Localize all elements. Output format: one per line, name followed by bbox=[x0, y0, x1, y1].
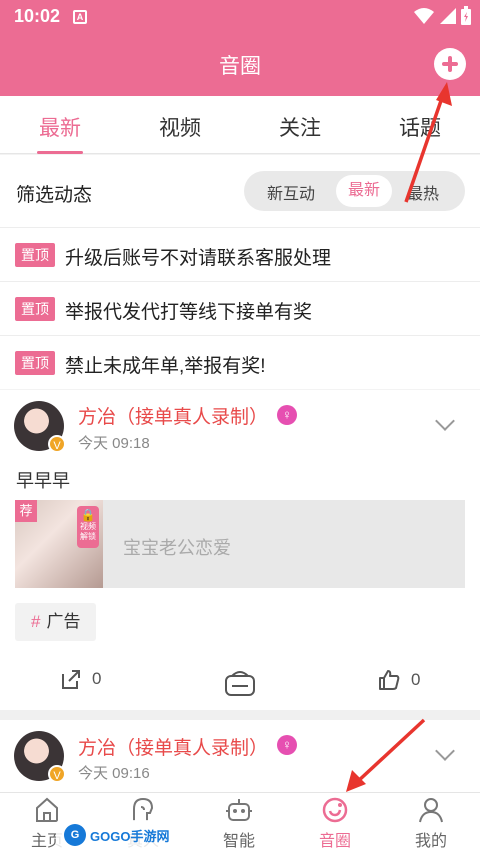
post-media[interactable]: 荐 🔒 视频解锁 宝宝老公恋爱 bbox=[15, 500, 465, 588]
female-icon: ♀ bbox=[277, 405, 297, 425]
nav-mine[interactable]: 我的 bbox=[401, 795, 461, 851]
tab-follow[interactable]: 关注 bbox=[255, 112, 345, 142]
hashtag-chip[interactable]: # 广告 bbox=[15, 603, 97, 641]
recommend-badge: 荐 bbox=[15, 500, 37, 522]
grab-order-button[interactable] bbox=[223, 668, 257, 698]
hash-icon: # bbox=[31, 612, 41, 631]
watermark-icon: G bbox=[64, 824, 86, 846]
tab-latest[interactable]: 最新 bbox=[15, 112, 105, 142]
verified-badge: V bbox=[48, 435, 66, 453]
watermark-logo: G GOGO手游网 bbox=[56, 820, 178, 850]
lock-text: 视频解锁 bbox=[80, 522, 96, 541]
hashtag-label: 广告 bbox=[46, 612, 81, 631]
filter-label: 筛选动态 bbox=[16, 185, 93, 206]
system-icons bbox=[414, 6, 472, 26]
nav-smart[interactable]: 智能 bbox=[209, 795, 269, 851]
notification-icon: A bbox=[73, 10, 87, 24]
pinned-tag: 置顶 bbox=[15, 297, 55, 321]
nav-label: 音圈 bbox=[318, 833, 351, 850]
nav-label: 智能 bbox=[222, 833, 255, 850]
watermark-text: GOGO手游网 bbox=[90, 828, 170, 844]
post-username[interactable]: 方冶（接单真人录制） bbox=[78, 402, 268, 429]
grab-order-icon bbox=[225, 671, 255, 696]
verified-badge: V bbox=[48, 765, 66, 783]
like-count: 0 bbox=[411, 670, 421, 689]
pinned-list: 置顶 升级后账号不对请联系客服处理 置顶 举报代发代打等线下接单有奖 置顶 禁止… bbox=[0, 227, 480, 389]
share-icon bbox=[62, 670, 80, 689]
wifi-icon bbox=[414, 8, 434, 24]
profile-icon bbox=[419, 798, 443, 823]
share-count: 0 bbox=[92, 669, 102, 688]
avatar[interactable]: V bbox=[14, 731, 66, 783]
pinned-item[interactable]: 置顶 禁止未成年单,举报有奖! bbox=[0, 335, 480, 389]
media-thumbnail: 荐 🔒 视频解锁 bbox=[15, 500, 103, 588]
post-time: 今天 09:18 bbox=[78, 435, 150, 452]
pinned-text: 举报代发代打等线下接单有奖 bbox=[65, 302, 313, 323]
filter-segmented-control: 新互动 最新 最热 bbox=[244, 171, 465, 211]
post-username[interactable]: 方冶（接单真人录制） bbox=[78, 733, 268, 760]
post-divider bbox=[0, 710, 480, 720]
battery-icon bbox=[461, 6, 471, 25]
pinned-item[interactable]: 置顶 升级后账号不对请联系客服处理 bbox=[0, 227, 480, 281]
like-button[interactable]: 0 bbox=[377, 668, 420, 692]
tab-bar: 最新 视频 关注 话题 bbox=[0, 96, 480, 154]
filter-option-new-interaction[interactable]: 新互动 bbox=[267, 180, 315, 204]
robot-icon bbox=[226, 799, 252, 821]
signal-icon bbox=[440, 8, 456, 24]
status-bar: 10:02 A bbox=[0, 0, 480, 34]
pinned-text: 禁止未成年单,举报有奖! bbox=[65, 356, 266, 377]
header-bar: 音圈 bbox=[0, 34, 480, 96]
active-tab-indicator bbox=[37, 151, 83, 154]
tab-topic[interactable]: 话题 bbox=[375, 112, 465, 142]
nav-label: 我的 bbox=[414, 833, 447, 850]
pinned-tag: 置顶 bbox=[15, 243, 55, 267]
post-time: 今天 09:16 bbox=[78, 765, 150, 782]
thumbs-up-icon bbox=[379, 670, 400, 690]
post-actions: 0 0 bbox=[0, 664, 480, 704]
page-title: 音圈 bbox=[219, 55, 261, 78]
lock-icon: 🔒 视频解锁 bbox=[77, 506, 99, 548]
avatar[interactable]: V bbox=[14, 401, 66, 453]
status-time: 10:02 bbox=[14, 6, 61, 26]
media-title: 宝宝老公恋爱 bbox=[123, 538, 231, 558]
filter-option-hottest[interactable]: 最热 bbox=[407, 180, 439, 204]
female-icon: ♀ bbox=[277, 735, 297, 755]
share-button[interactable]: 0 bbox=[60, 668, 101, 690]
pinned-item[interactable]: 置顶 举报代发代打等线下接单有奖 bbox=[0, 281, 480, 335]
pinned-tag: 置顶 bbox=[15, 351, 55, 375]
circle-refresh-icon bbox=[322, 797, 348, 823]
post-content: 早早早 bbox=[16, 471, 70, 491]
tab-video[interactable]: 视频 bbox=[135, 112, 225, 142]
filter-row: 筛选动态 新互动 最新 最热 bbox=[0, 155, 480, 227]
nav-sound-circle[interactable]: 音圈 bbox=[305, 795, 365, 851]
filter-option-latest[interactable]: 最新 bbox=[336, 175, 392, 207]
add-post-button[interactable] bbox=[434, 48, 466, 80]
pinned-text: 升级后账号不对请联系客服处理 bbox=[65, 248, 332, 269]
